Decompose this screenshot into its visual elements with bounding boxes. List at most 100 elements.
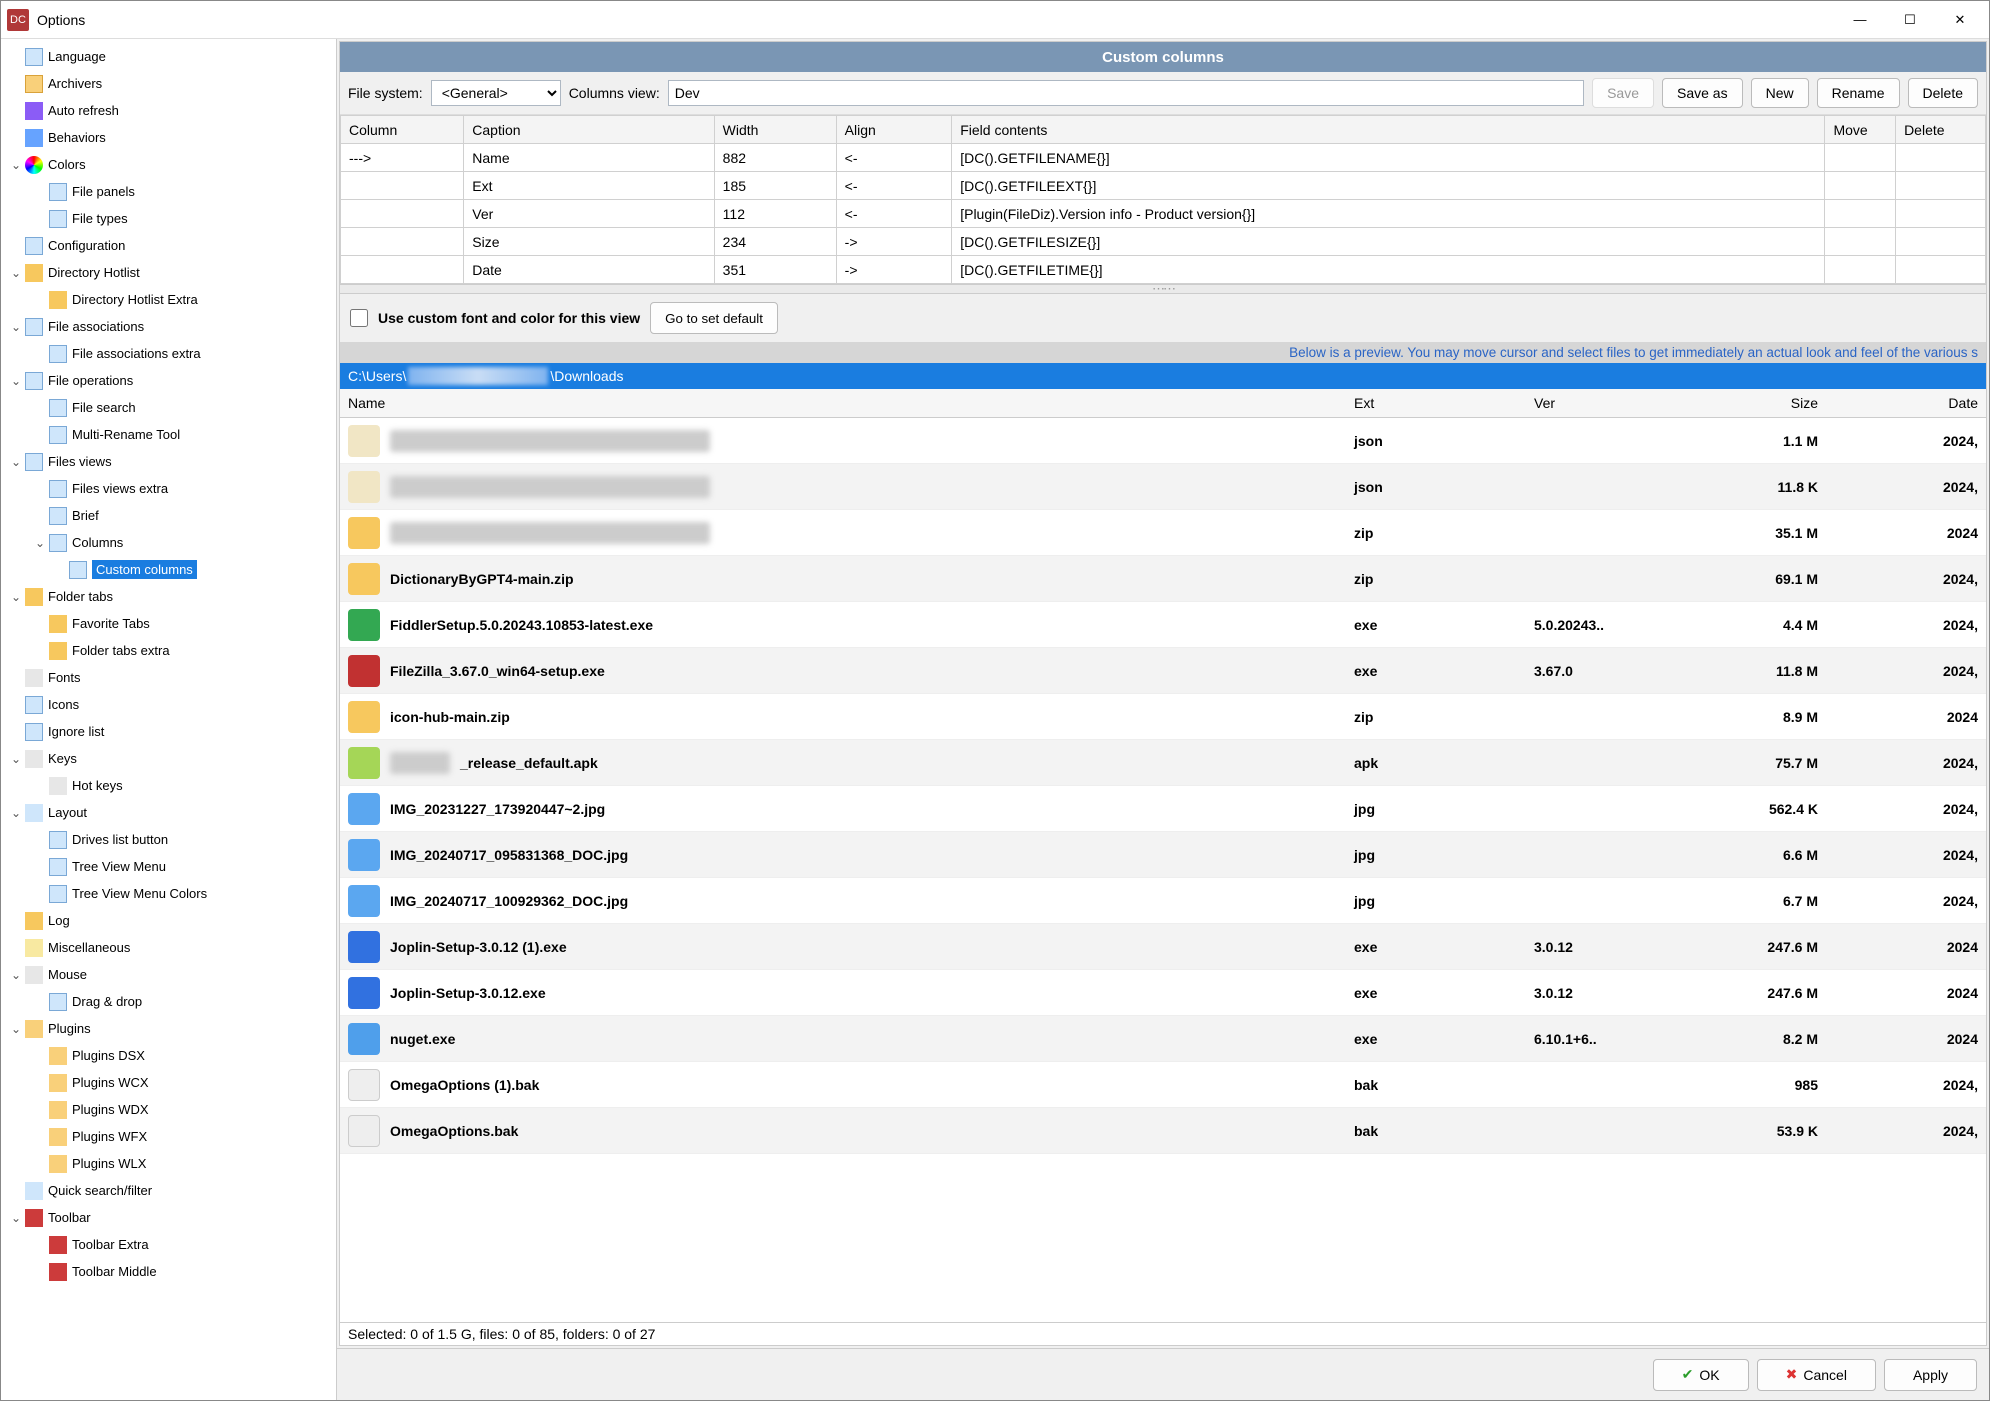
tree-item[interactable]: File search xyxy=(7,394,334,421)
tree-item[interactable]: Auto refresh xyxy=(7,97,334,124)
tree-item[interactable]: File panels xyxy=(7,178,334,205)
tree-item[interactable]: Plugins WFX xyxy=(7,1123,334,1150)
coldef-cell[interactable] xyxy=(1896,144,1986,172)
coldef-cell[interactable]: Ver xyxy=(464,200,714,228)
file-col-date[interactable]: Date xyxy=(1826,389,1986,418)
tree-item[interactable]: ⌄Files views xyxy=(7,448,334,475)
saveas-button[interactable]: Save as xyxy=(1662,78,1743,108)
file-col-size[interactable]: Size xyxy=(1676,389,1826,418)
tree-item[interactable]: Archivers xyxy=(7,70,334,97)
coldef-header[interactable]: Field contents xyxy=(952,116,1825,144)
tree-item[interactable]: Files views extra xyxy=(7,475,334,502)
save-button[interactable]: Save xyxy=(1592,78,1654,108)
tree-item[interactable]: ⌄File operations xyxy=(7,367,334,394)
coldef-cell[interactable]: ---> xyxy=(341,144,464,172)
coldef-cell[interactable]: 112 xyxy=(714,200,836,228)
ok-button[interactable]: ✔OK xyxy=(1653,1359,1749,1391)
coldef-header[interactable]: Caption xyxy=(464,116,714,144)
tree-item[interactable]: Plugins WLX xyxy=(7,1150,334,1177)
tree-item[interactable]: Tree View Menu Colors xyxy=(7,880,334,907)
tree-item[interactable]: Folder tabs extra xyxy=(7,637,334,664)
coldef-cell[interactable]: 882 xyxy=(714,144,836,172)
tree-item[interactable]: Tree View Menu xyxy=(7,853,334,880)
file-row[interactable]: Joplin-Setup-3.0.12.exeexe3.0.12247.6 M2… xyxy=(340,970,1986,1016)
expander-icon[interactable]: ⌄ xyxy=(11,266,25,280)
expander-icon[interactable]: ⌄ xyxy=(11,1022,25,1036)
tree-item[interactable]: ⌄Columns xyxy=(7,529,334,556)
file-row[interactable]: FiddlerSetup.5.0.20243.10853-latest.exee… xyxy=(340,602,1986,648)
expander-icon[interactable]: ⌄ xyxy=(11,752,25,766)
tree-item[interactable]: Multi-Rename Tool xyxy=(7,421,334,448)
file-col-ext[interactable]: Ext xyxy=(1346,389,1526,418)
tree-item[interactable]: Quick search/filter xyxy=(7,1177,334,1204)
tree-item[interactable]: ⌄Folder tabs xyxy=(7,583,334,610)
coldef-cell[interactable]: <- xyxy=(836,172,952,200)
tree-item[interactable]: Directory Hotlist Extra xyxy=(7,286,334,313)
coldef-cell[interactable]: [DC().GETFILEEXT{}] xyxy=(952,172,1825,200)
coldef-cell[interactable] xyxy=(1825,172,1896,200)
expander-icon[interactable]: ⌄ xyxy=(35,536,49,550)
tree-item[interactable]: Language xyxy=(7,43,334,70)
tree-item[interactable]: Configuration xyxy=(7,232,334,259)
tree-item[interactable]: ⌄Layout xyxy=(7,799,334,826)
tree-item[interactable]: Brief xyxy=(7,502,334,529)
tree-item[interactable]: Plugins WCX xyxy=(7,1069,334,1096)
coldef-cell[interactable] xyxy=(1896,172,1986,200)
tree-item[interactable]: Toolbar Extra xyxy=(7,1231,334,1258)
coldef-header[interactable]: Delete xyxy=(1896,116,1986,144)
expander-icon[interactable]: ⌄ xyxy=(11,320,25,334)
coldef-cell[interactable]: -> xyxy=(836,228,952,256)
horizontal-splitter[interactable] xyxy=(340,284,1986,294)
coldef-cell[interactable]: [Plugin(FileDiz).Version info - Product … xyxy=(952,200,1825,228)
coldef-cell[interactable]: 234 xyxy=(714,228,836,256)
tree-item[interactable]: Hot keys xyxy=(7,772,334,799)
tree-item[interactable]: ⌄Keys xyxy=(7,745,334,772)
filesystem-select[interactable]: <General> xyxy=(431,80,561,106)
coldef-cell[interactable]: <- xyxy=(836,144,952,172)
file-col-name[interactable]: Name xyxy=(340,389,1346,418)
tree-item[interactable]: ⌄Toolbar xyxy=(7,1204,334,1231)
coldef-cell[interactable]: 351 xyxy=(714,256,836,284)
coldef-cell[interactable] xyxy=(1896,228,1986,256)
file-row[interactable]: OmegaOptions.bakbak53.9 K2024, xyxy=(340,1108,1986,1154)
file-row[interactable]: FileZilla_3.67.0_win64-setup.exeexe3.67.… xyxy=(340,648,1986,694)
coldef-cell[interactable] xyxy=(1896,200,1986,228)
options-tree[interactable]: LanguageArchiversAuto refreshBehaviors⌄C… xyxy=(1,39,337,1400)
tree-item[interactable]: ⌄Plugins xyxy=(7,1015,334,1042)
cancel-button[interactable]: ✖Cancel xyxy=(1757,1359,1876,1391)
coldef-cell[interactable]: Name xyxy=(464,144,714,172)
coldef-cell[interactable]: [DC().GETFILESIZE{}] xyxy=(952,228,1825,256)
expander-icon[interactable]: ⌄ xyxy=(11,590,25,604)
rename-button[interactable]: Rename xyxy=(1817,78,1900,108)
delete-button[interactable]: Delete xyxy=(1908,78,1978,108)
coldef-cell[interactable] xyxy=(1825,228,1896,256)
tree-item[interactable]: ⌄Colors xyxy=(7,151,334,178)
tree-item[interactable]: Behaviors xyxy=(7,124,334,151)
tree-item[interactable]: Plugins DSX xyxy=(7,1042,334,1069)
tree-item[interactable]: ⌄File associations xyxy=(7,313,334,340)
coldef-cell[interactable] xyxy=(1825,200,1896,228)
tree-item[interactable]: File associations extra xyxy=(7,340,334,367)
file-row[interactable]: icon-hub-main.zipzip8.9 M2024 xyxy=(340,694,1986,740)
file-row[interactable]: json11.8 K2024, xyxy=(340,464,1986,510)
tree-item[interactable]: Favorite Tabs xyxy=(7,610,334,637)
coldef-cell[interactable] xyxy=(341,200,464,228)
tree-item[interactable]: Log xyxy=(7,907,334,934)
tree-item[interactable]: File types xyxy=(7,205,334,232)
tree-item[interactable]: Miscellaneous xyxy=(7,934,334,961)
file-row[interactable]: nuget.exeexe6.10.1+6..8.2 M2024 xyxy=(340,1016,1986,1062)
expander-icon[interactable]: ⌄ xyxy=(11,158,25,172)
coldef-cell[interactable]: [DC().GETFILENAME{}] xyxy=(952,144,1825,172)
coldef-header[interactable]: Width xyxy=(714,116,836,144)
coldef-cell[interactable]: <- xyxy=(836,200,952,228)
expander-icon[interactable]: ⌄ xyxy=(11,1211,25,1225)
tree-item[interactable]: Drives list button xyxy=(7,826,334,853)
file-row[interactable]: IMG_20240717_095831368_DOC.jpgjpg6.6 M20… xyxy=(340,832,1986,878)
expander-icon[interactable]: ⌄ xyxy=(11,455,25,469)
file-row[interactable]: zip35.1 M2024 xyxy=(340,510,1986,556)
file-row[interactable]: Joplin-Setup-3.0.12 (1).exeexe3.0.12247.… xyxy=(340,924,1986,970)
file-row[interactable]: IMG_20240717_100929362_DOC.jpgjpg6.7 M20… xyxy=(340,878,1986,924)
tree-item[interactable]: Plugins WDX xyxy=(7,1096,334,1123)
file-preview-table[interactable]: Name Ext Ver Size Date json1.1 M2024,jso… xyxy=(340,389,1986,1154)
coldef-cell[interactable] xyxy=(1825,256,1896,284)
